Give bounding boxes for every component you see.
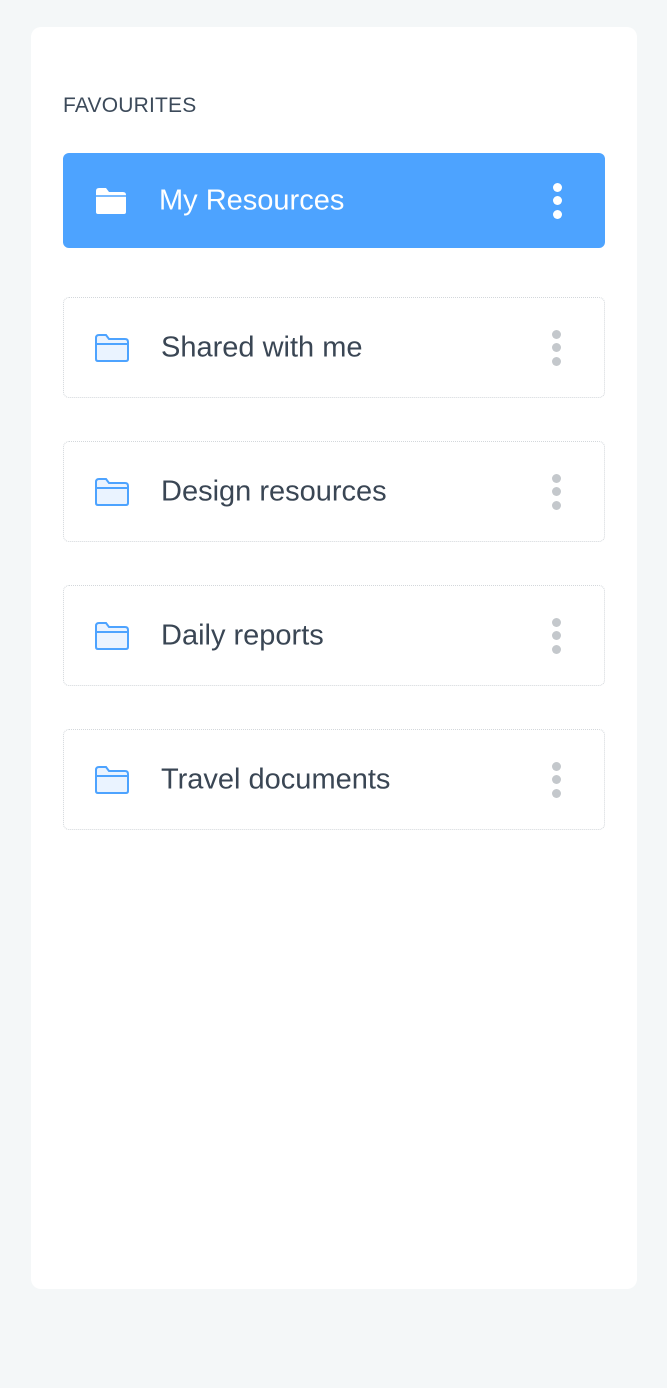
favourite-item-my-resources[interactable]: My Resources: [63, 153, 605, 248]
more-options-icon[interactable]: [546, 328, 566, 368]
folder-icon: [94, 333, 130, 363]
favourites-list: My Resources Shared with me Design resou…: [63, 153, 605, 873]
favourite-item-daily-reports[interactable]: Daily reports: [63, 585, 605, 686]
folder-icon: [94, 621, 130, 651]
favourites-panel: FAVOURITES My Resources Shared with me D…: [31, 27, 637, 1289]
favourite-item-label: Design resources: [161, 475, 387, 507]
section-title: FAVOURITES: [63, 94, 197, 117]
favourite-item-label: Shared with me: [161, 331, 363, 363]
folder-icon: [94, 477, 130, 507]
folder-icon: [93, 186, 129, 216]
favourite-item-label: My Resources: [159, 184, 345, 216]
more-options-icon[interactable]: [546, 760, 566, 800]
favourite-item-travel-documents[interactable]: Travel documents: [63, 729, 605, 830]
folder-icon: [94, 765, 130, 795]
favourite-item-shared-with-me[interactable]: Shared with me: [63, 297, 605, 398]
favourite-item-label: Daily reports: [161, 619, 324, 651]
more-options-icon[interactable]: [547, 181, 567, 221]
favourite-item-design-resources[interactable]: Design resources: [63, 441, 605, 542]
more-options-icon[interactable]: [546, 616, 566, 656]
favourite-item-label: Travel documents: [161, 763, 391, 795]
more-options-icon[interactable]: [546, 472, 566, 512]
